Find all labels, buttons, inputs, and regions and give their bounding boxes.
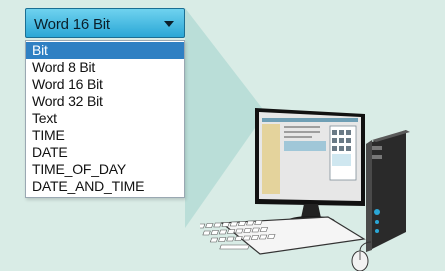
computer-tower-icon [366,130,410,252]
dropdown-value: Word 16 Bit [34,16,110,33]
option-time-of-day[interactable]: TIME_OF_DAY [26,161,184,178]
option-date[interactable]: DATE [26,144,184,161]
monitor-icon [255,108,365,226]
computer-illustration [200,108,410,271]
dropdown-options-list: Bit Word 8 Bit Word 16 Bit Word 32 Bit T… [25,40,185,198]
option-word-8-bit[interactable]: Word 8 Bit [26,59,184,76]
option-word-32-bit[interactable]: Word 32 Bit [26,93,184,110]
option-word-16-bit[interactable]: Word 16 Bit [26,76,184,93]
scene: Word 16 Bit Bit Word 8 Bit Word 16 Bit W… [0,0,445,271]
option-text[interactable]: Text [26,110,184,127]
datatype-dropdown[interactable]: Word 16 Bit [25,8,185,38]
option-date-and-time[interactable]: DATE_AND_TIME [26,178,184,195]
option-time[interactable]: TIME [26,127,184,144]
chevron-down-icon[interactable] [164,21,174,27]
option-bit[interactable]: Bit [26,42,184,59]
keyboard-icon [200,216,366,255]
